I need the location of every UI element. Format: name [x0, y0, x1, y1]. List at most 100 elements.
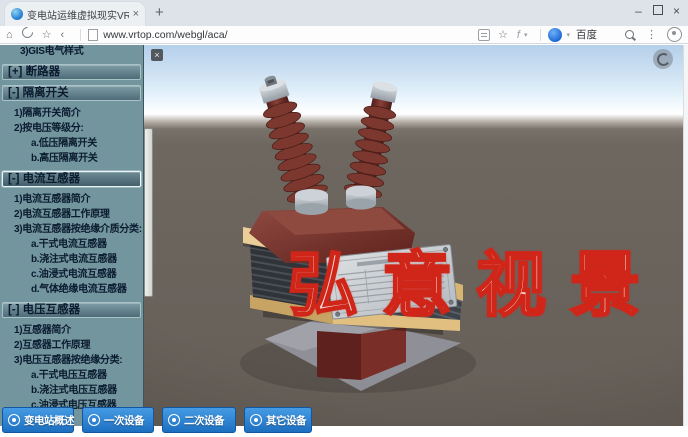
browser-toolbar: ⌂ ☆ ‹ www.vrtop.com/webgl/aca/ ☆ f ▾ ▾ 百… [0, 24, 688, 44]
tab-close-icon[interactable]: × [133, 8, 139, 20]
sidebar-menu-item[interactable]: a.低压隔离开关 [0, 136, 143, 151]
back-icon[interactable]: ‹ [61, 27, 65, 43]
menu-item-label: d.气体绝缘电流互感器 [31, 284, 127, 295]
menu-item-label: 1)电流互感器简介 [14, 194, 91, 205]
sidebar-menu-item[interactable]: 2)互感器工作原理 [0, 338, 143, 353]
sidebar-menu-item[interactable]: 3)电流互感器按绝缘介质分类: [0, 222, 143, 237]
flash-icon[interactable]: f [517, 29, 520, 41]
bushing-right [344, 81, 398, 204]
nav-button-icon [8, 414, 20, 426]
nav-button-label: 二次设备 [184, 414, 225, 427]
model-ground-shadow [240, 333, 476, 393]
menu-item-label: a.干式电压互感器 [31, 370, 107, 381]
avatar-icon[interactable] [667, 27, 682, 42]
sidebar-menu-item[interactable]: 1)隔离开关简介 [0, 106, 143, 121]
favorites-star-icon[interactable]: ☆ [42, 27, 52, 43]
tab-title: 变电站运维虚拟现实VR [27, 10, 129, 22]
sidebar-menu-item[interactable]: [-] 电流互感器 [2, 171, 141, 187]
engine-caret-icon[interactable]: ▾ [566, 31, 570, 39]
menu-item-label: a.低压隔离开关 [31, 138, 97, 149]
toolbar-divider [540, 28, 542, 41]
menu-item-label: 1)互感器简介 [14, 325, 71, 336]
base-block-side [361, 327, 406, 380]
refresh-icon[interactable] [19, 24, 35, 43]
search-engine-logo-icon[interactable] [548, 27, 563, 42]
watermark-text: 弘意视景 [287, 246, 664, 325]
collar-right [346, 185, 376, 210]
menu-dots-icon[interactable]: ⋮ [646, 28, 657, 41]
menu-item-label: c.油浸式电流互感器 [31, 269, 117, 280]
sidebar-menu-item[interactable]: [-] 电压互感器 [2, 302, 141, 318]
orbit-view-icon[interactable] [653, 49, 673, 69]
menu-list: 3)GIS电气样式 [+] 断路器 [-] 隔离开关 1)隔离开关简介 2)按电… [0, 45, 143, 413]
home-icon[interactable]: ⌂ [6, 27, 13, 43]
browser-tab[interactable]: 变电站运维虚拟现实VR × [5, 2, 145, 26]
sidebar-menu-item[interactable]: [-] 隔离开关 [2, 85, 141, 101]
sidebar-menu-item[interactable]: [+] 断路器 [2, 64, 141, 80]
menu-item-label: 2)按电压等级分: [14, 123, 84, 134]
menu-item-label: 3)GIS电气样式 [20, 46, 84, 57]
menu-item-label: [+] 断路器 [8, 66, 61, 78]
bookmark-star-icon[interactable]: ☆ [498, 27, 508, 43]
url-text[interactable]: www.vrtop.com/webgl/aca/ [103, 29, 227, 41]
sidebar-menu-item[interactable]: b.浇注式电压互感器 [0, 383, 143, 398]
menu-item-label: [-] 隔离开关 [8, 87, 69, 99]
close-button[interactable]: × [667, 1, 686, 21]
extensions-caret-icon[interactable]: ▾ [524, 31, 528, 39]
sidebar-menu-item[interactable]: c.油浸式电流互感器 [0, 267, 143, 282]
maximize-icon [652, 5, 663, 15]
sidebar-menu-item[interactable]: 3)GIS电气样式 [0, 45, 143, 59]
sidebar-menu-item[interactable]: b.浇注式电流互感器 [0, 252, 143, 267]
sidebar-menu-item[interactable]: 2)电流互感器工作原理 [0, 207, 143, 222]
page-scrollbar-strip[interactable] [683, 45, 688, 426]
bottom-nav-button[interactable]: 一次设备 [82, 407, 154, 433]
menu-item-label: 2)互感器工作原理 [14, 340, 91, 351]
nav-button-icon [88, 414, 100, 426]
cap-top-face [267, 208, 405, 235]
sidebar-menu-item[interactable]: a.干式电压互感器 [0, 368, 143, 383]
viewport-3d-canvas[interactable]: × [143, 45, 683, 426]
search-icon[interactable] [625, 30, 634, 39]
base-block-front [317, 331, 361, 380]
menu-item-label: a.干式电流互感器 [31, 239, 107, 250]
sidebar-menu-item[interactable]: d.气体绝缘电流互感器 [0, 282, 143, 297]
sidebar-menu-item[interactable]: 2)按电压等级分: [0, 121, 143, 136]
menu-item-label: b.浇注式电压互感器 [31, 385, 117, 396]
collar-left [295, 189, 328, 215]
minimize-button[interactable]: – [629, 1, 648, 21]
menu-item-label: 1)隔离开关简介 [14, 108, 81, 119]
transformer-model [240, 75, 476, 393]
nav-button-label: 一次设备 [104, 414, 145, 427]
menu-item-label: 3)电流互感器按绝缘介质分类: [14, 224, 142, 235]
menu-item-label: [-] 电流互感器 [8, 173, 81, 185]
nav-button-label: 变电站概述 [24, 414, 75, 427]
viewport-close-button[interactable]: × [151, 49, 163, 61]
window-controls: – × [629, 0, 686, 22]
nav-button-label: 其它设备 [266, 414, 307, 427]
new-tab-button[interactable]: + [155, 5, 164, 21]
toolbar-divider [80, 28, 82, 41]
bottom-nav-button[interactable]: 二次设备 [162, 407, 236, 433]
sidebar-menu-item[interactable]: 1)电流互感器简介 [0, 192, 143, 207]
menu-item-label: b.浇注式电流互感器 [31, 254, 117, 265]
page-icon [88, 28, 99, 41]
sidebar-menu-item[interactable]: b.高压隔离开关 [0, 151, 143, 166]
pedestal-plate [265, 314, 461, 391]
menu-item-label: 2)电流互感器工作原理 [14, 209, 110, 220]
translate-page-icon[interactable] [478, 28, 491, 41]
search-engine-label[interactable]: 百度 [576, 27, 597, 42]
maximize-button[interactable] [648, 1, 667, 21]
sidebar-menu-item[interactable]: 3)电压互感器按绝缘分类: [0, 353, 143, 368]
sidebar-menu-item[interactable]: a.干式电流互感器 [0, 237, 143, 252]
tab-favicon-icon [11, 8, 23, 20]
bottom-nav-button[interactable]: 变电站概述 [2, 407, 75, 433]
nav-button-icon [168, 414, 180, 426]
bottom-nav-bar: 变电站概述 一次设备 二次设备 其它设备 [2, 407, 312, 437]
sidebar-menu: 3)GIS电气样式 [+] 断路器 [-] 隔离开关 1)隔离开关简介 2)按电… [0, 45, 144, 426]
sidebar-scrollbar-thumb[interactable] [144, 128, 153, 297]
menu-item-label: [-] 电压互感器 [8, 304, 81, 316]
menu-item-label: 3)电压互感器按绝缘分类: [14, 355, 123, 366]
sidebar-menu-item[interactable]: 1)互感器简介 [0, 323, 143, 338]
browser-tab-bar: 变电站运维虚拟现实VR × + – × [0, 0, 688, 26]
bottom-nav-button[interactable]: 其它设备 [244, 407, 312, 433]
